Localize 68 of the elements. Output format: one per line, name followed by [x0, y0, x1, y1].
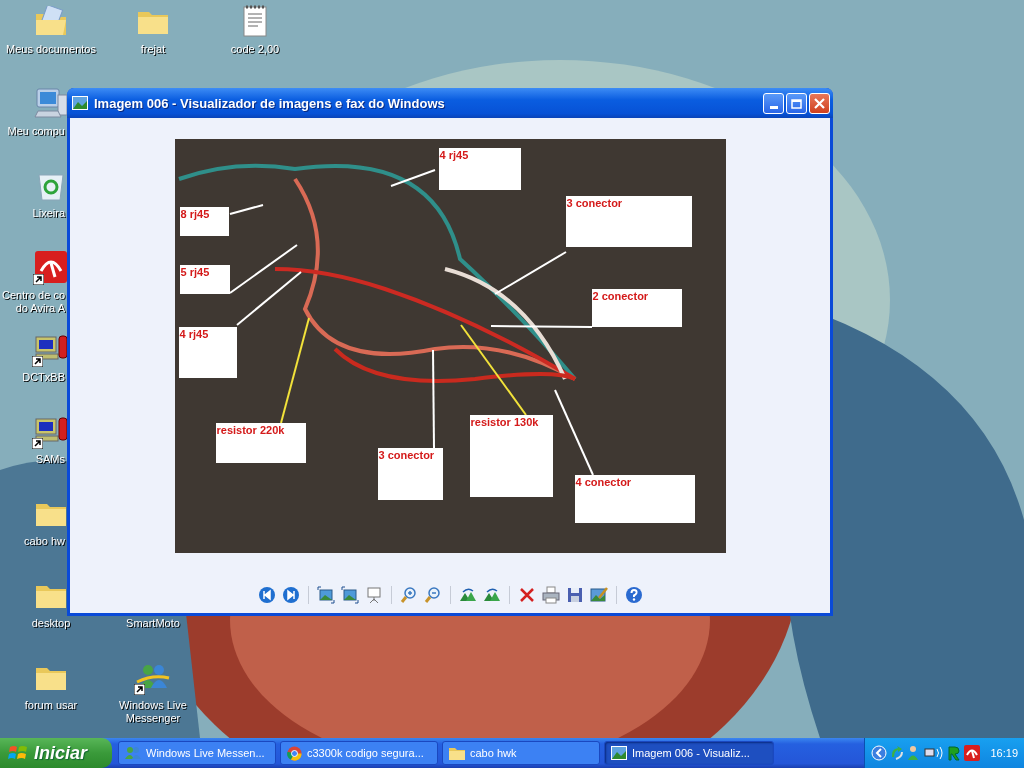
callout-label: resistor 220k: [215, 423, 306, 463]
next-icon[interactable]: [281, 586, 300, 604]
zoom-out-icon[interactable]: [423, 586, 442, 604]
flag-logo: [8, 744, 28, 762]
desktop-icon-label[interactable]: desktop: [31, 617, 71, 630]
shortcut-arrow-icon: [134, 684, 145, 695]
computer-icon[interactable]: [34, 87, 68, 119]
callout-label: 4 conector: [574, 475, 695, 523]
previous-icon[interactable]: [257, 586, 276, 604]
maximize-button[interactable]: [786, 92, 807, 114]
minimize-icon: [769, 105, 778, 109]
user-icon[interactable]: [907, 745, 921, 761]
print-icon[interactable]: [541, 586, 560, 604]
desktop-icon-label[interactable]: cabo hw: [2, 535, 65, 548]
browser-icon: [287, 745, 302, 761]
desktop-icon-label[interactable]: code 2,00: [230, 43, 280, 56]
callout-label: 3 conector: [565, 196, 692, 247]
help-icon[interactable]: [624, 586, 643, 604]
window-title: Imagem 006 - Visualizador de imagens e fax do Windows: [94, 95, 446, 111]
desktop-icon-label[interactable]: SmartMoto: [126, 617, 180, 630]
network-icon[interactable]: [924, 746, 944, 760]
recycle-arrows-icon[interactable]: [890, 745, 904, 761]
zoom-in-icon[interactable]: [399, 586, 418, 604]
shortcut-arrow-icon: [32, 438, 43, 449]
delete-icon[interactable]: [517, 586, 536, 604]
close-button[interactable]: [809, 92, 830, 114]
desktop-icon-label[interactable]: Windows Live Messenger: [119, 699, 187, 725]
picture-icon: [611, 746, 627, 760]
taskbar-button[interactable]: Imagem 006 - Visualiz...: [604, 741, 774, 765]
desktop-icon-label[interactable]: frejat: [140, 43, 166, 56]
rotate-clockwise-icon[interactable]: [458, 586, 477, 604]
slideshow-icon[interactable]: [364, 586, 383, 604]
desktop-icon-label[interactable]: forum usar: [24, 699, 78, 712]
rotate-counterclockwise-icon[interactable]: [482, 586, 501, 604]
shortcut-arrow-icon: [32, 356, 43, 367]
clock[interactable]: 16:19: [990, 747, 1018, 759]
desktop-icon-label[interactable]: SAMs: [2, 453, 65, 466]
messenger-people-icon: [125, 746, 141, 760]
folder-icon: [449, 746, 465, 760]
chevron-icon[interactable]: [871, 745, 887, 761]
umbrella-icon[interactable]: [35, 251, 67, 283]
taskbar-button[interactable]: c3300k codigo segura...: [280, 741, 438, 765]
taskbar-button[interactable]: Windows Live Messen...: [118, 741, 276, 765]
taskbar-button[interactable]: cabo hwk: [442, 741, 600, 765]
picture-icon: [72, 96, 88, 110]
desktop-icon-label[interactable]: Meus documentos: [6, 43, 96, 56]
callout-label: resistor 130k: [469, 415, 553, 497]
start-button[interactable]: Iniciar: [0, 738, 112, 768]
actual-size-icon[interactable]: [340, 586, 359, 604]
minimize-button[interactable]: [763, 92, 784, 114]
shortcut-arrow-icon: [33, 274, 44, 285]
desktop-icon-label[interactable]: Centro de co do Avira A: [2, 289, 65, 315]
fit-image-icon[interactable]: [316, 586, 335, 604]
umbrella-icon[interactable]: [964, 745, 980, 761]
callout-label: 4 rj45: [438, 148, 521, 190]
desktop-icon-label[interactable]: DCTxBB: [2, 371, 65, 384]
callout-label: 4 rj45: [178, 327, 237, 378]
callout-label: 8 rj45: [179, 207, 229, 236]
desktop-icon-label[interactable]: Lixeira: [2, 207, 65, 220]
edit-image-icon[interactable]: [589, 586, 608, 604]
close-icon: [814, 97, 825, 109]
maximize-icon: [791, 98, 802, 109]
notepad-icon[interactable]: [243, 5, 267, 37]
callout-label: 2 conector: [591, 289, 682, 327]
save-icon[interactable]: [565, 586, 584, 604]
callout-label: 5 rj45: [179, 265, 230, 294]
desktop-icon-label[interactable]: Meu compu: [2, 125, 65, 138]
callout-label: 3 conector: [377, 448, 443, 500]
